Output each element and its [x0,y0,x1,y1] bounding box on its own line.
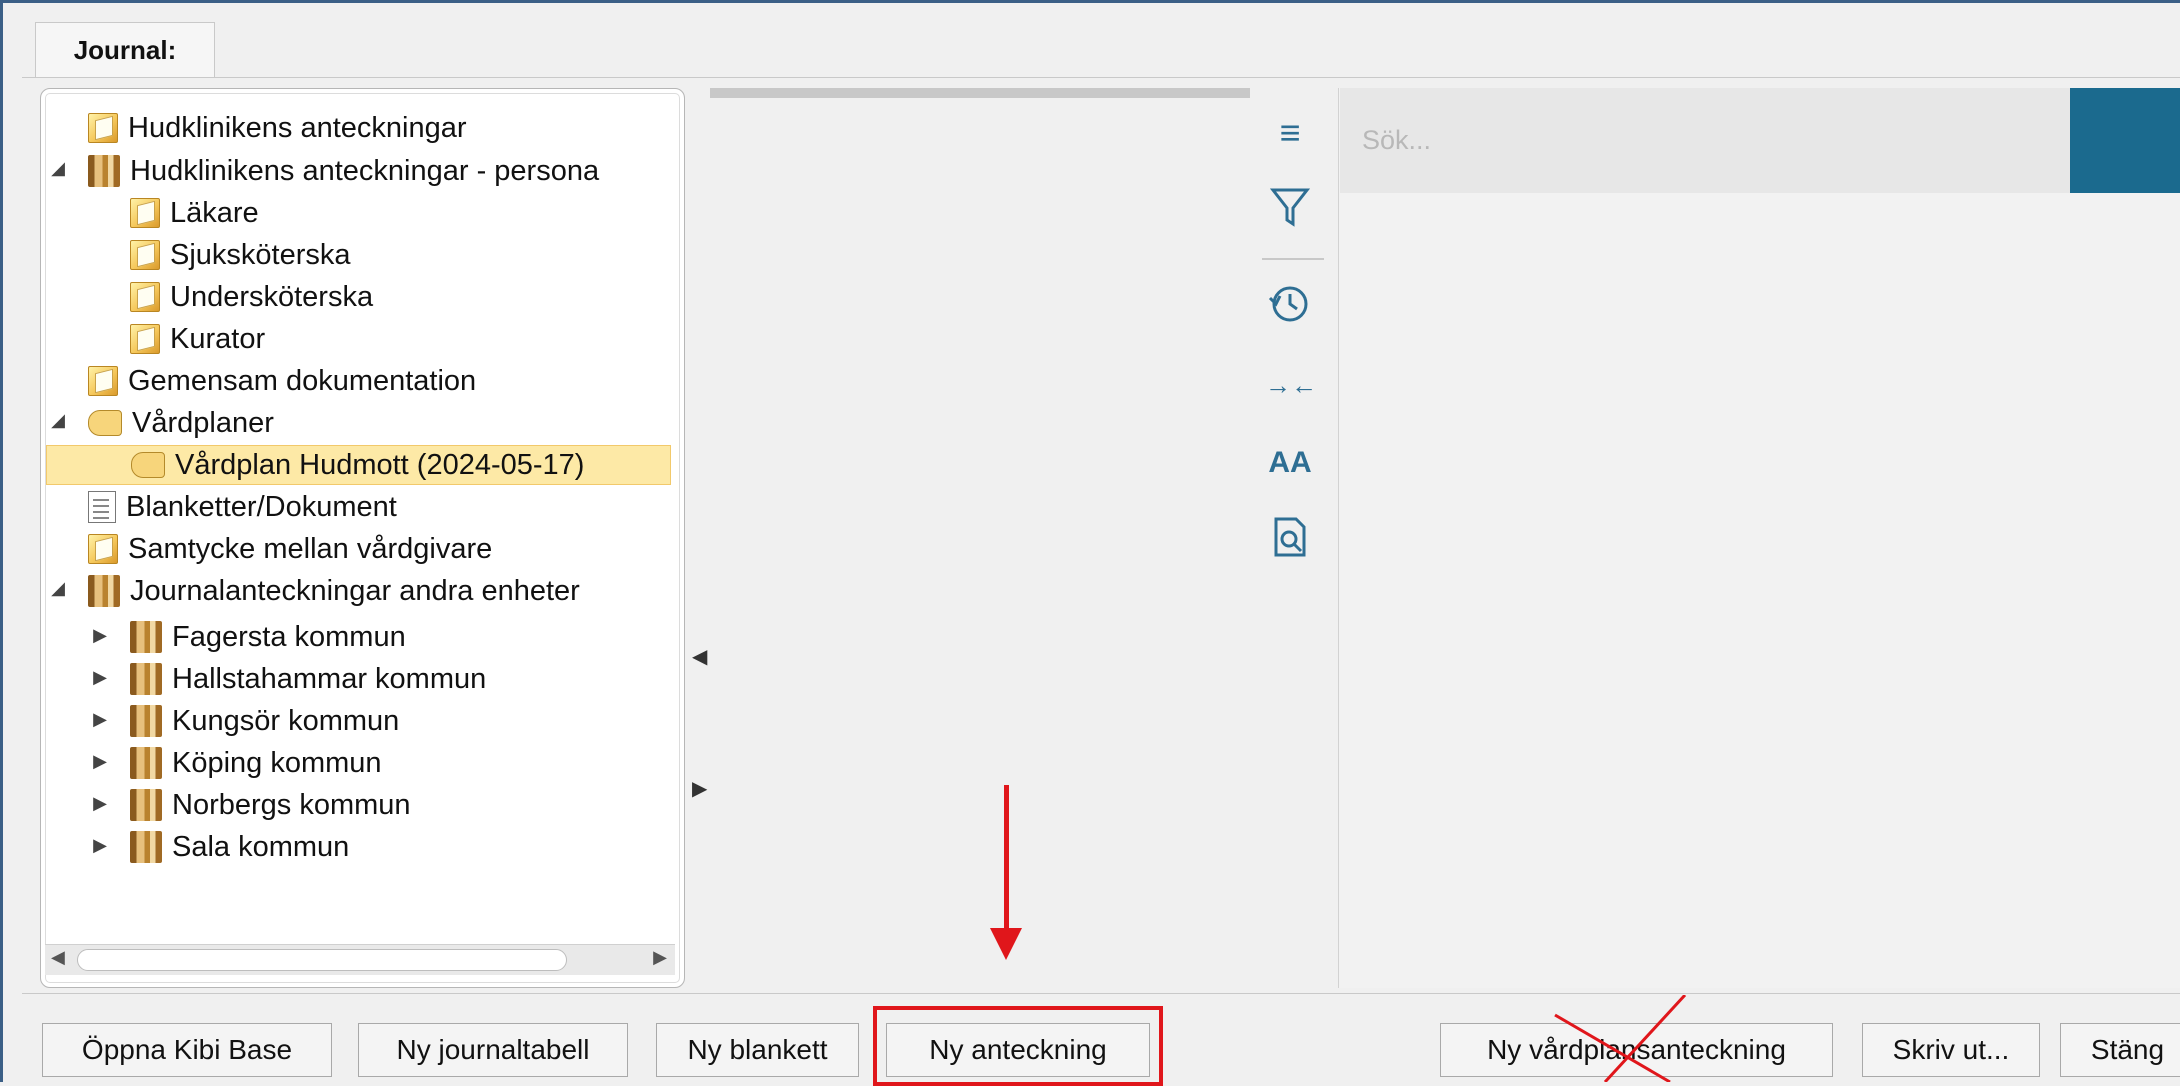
tree-item-label: Fagersta kommun [172,620,406,653]
scroll-left-arrow-icon[interactable]: ◀ [51,947,65,968]
bookstack-icon [88,575,120,607]
tree-item-gemensam-dokumentation[interactable]: Gemensam dokumentation [88,361,476,401]
tree-item-label: Norbergs kommun [172,788,411,821]
toolbar-divider [1262,258,1324,260]
collapsed-arrow-icon[interactable]: ▶ [90,667,110,688]
tab-divider [22,77,2180,78]
bookstack-icon [130,663,162,695]
collapse-arrows-icon[interactable]: →← [1265,360,1317,410]
bookstack-icon [130,621,162,653]
tree-item-lakare[interactable]: Läkare [130,193,259,233]
annotation-arrow-head [990,928,1022,960]
bookstack-icon [130,831,162,863]
tree-item-samtycke[interactable]: Samtycke mellan vårdgivare [88,529,492,569]
folder-icon [130,282,160,312]
tree-item-hudklinikens-anteckningar[interactable]: Hudklinikens anteckningar [88,108,467,148]
document-icon [88,491,116,523]
filter-icon[interactable] [1265,186,1315,236]
print-button[interactable]: Skriv ut... [1862,1023,2040,1077]
collapsed-arrow-icon[interactable]: ▶ [90,835,110,856]
tree-horizontal-scrollbar[interactable]: ◀ ▶ [45,944,675,975]
tree-item-vardplaner[interactable]: Vårdplaner [88,403,274,443]
folder-icon [130,240,160,270]
new-form-button[interactable]: Ny blankett [656,1023,859,1077]
bookstack-icon [130,789,162,821]
tree-item-hallstahammar[interactable]: Hallstahammar kommun [130,659,486,699]
tree-item-norbergs[interactable]: Norbergs kommun [130,785,411,825]
tree-item-label: Journalanteckningar andra enheter [130,574,580,607]
history-icon[interactable] [1265,282,1315,332]
splitter-collapse-left-icon[interactable]: ◀ [692,644,707,669]
bookstack-icon [130,705,162,737]
result-panel [1338,88,2180,988]
tree-item-hudklinikens-anteckningar-personal[interactable]: Hudklinikens anteckningar - persona [88,151,599,191]
tree-item-kungsor[interactable]: Kungsör kommun [130,701,399,741]
pointing-hand-icon [88,410,122,436]
tree-item-kurator[interactable]: Kurator [130,319,265,359]
collapsed-arrow-icon[interactable]: ▶ [90,751,110,772]
tree-item-label: Sjuksköterska [170,238,351,271]
tree-item-label: Gemensam dokumentation [128,364,477,397]
folder-icon [130,324,160,354]
font-size-icon[interactable]: AA [1265,438,1315,488]
scroll-right-arrow-icon[interactable]: ▶ [653,947,667,968]
expanded-arrow-icon[interactable]: ◢ [48,158,68,179]
scrollbar-thumb[interactable] [77,949,567,971]
tree-item-vardplan-hudmott[interactable]: Vårdplan Hudmott (2024-05-17) [46,445,671,485]
tree-item-sjukskoterska[interactable]: Sjuksköterska [130,235,351,275]
tree-item-label: Kurator [170,322,266,355]
button-bar-divider [22,993,2180,994]
folder-icon [130,198,160,228]
tree-item-label: Hallstahammar kommun [172,662,487,695]
expanded-arrow-icon[interactable]: ◢ [48,578,68,599]
folder-icon [88,534,118,564]
menu-icon[interactable]: ≡ [1265,108,1315,158]
new-journal-table-button[interactable]: Ny journaltabell [358,1023,628,1077]
tree-item-label: Köping kommun [172,746,382,779]
tab-journal[interactable]: Journal: [35,22,215,78]
annotation-cross-icon [1554,995,1687,1082]
tree-item-label: Kungsör kommun [172,704,400,737]
tree-item-fagersta[interactable]: Fagersta kommun [130,617,406,657]
folder-icon [88,113,118,143]
search-input[interactable] [1340,88,2070,193]
document-preview-icon[interactable] [1265,515,1315,565]
tree-item-sala[interactable]: Sala kommun [130,827,349,867]
expanded-arrow-icon[interactable]: ◢ [48,410,68,431]
tree-item-label: Vårdplaner [132,406,274,439]
annotation-highlight-box [873,1006,1163,1086]
tree-item-label: Blanketter/Dokument [126,490,397,523]
tree-item-underskoterska[interactable]: Undersköterska [130,277,373,317]
tree-item-label: Hudklinikens anteckningar [128,111,467,144]
tree-item-label: Läkare [170,196,259,229]
middle-content-panel [710,88,1250,988]
collapsed-arrow-icon[interactable]: ▶ [90,709,110,730]
tree-item-label: Vårdplan Hudmott (2024-05-17) [175,448,585,481]
pointing-hand-icon [131,452,165,478]
folder-icon [88,366,118,396]
collapsed-arrow-icon[interactable]: ▶ [90,625,110,646]
collapsed-arrow-icon[interactable]: ▶ [90,793,110,814]
tree-item-blanketter-dokument[interactable]: Blanketter/Dokument [88,487,397,527]
search-button[interactable] [2070,88,2180,193]
close-button[interactable]: Stäng [2060,1023,2180,1077]
tree-item-label: Samtycke mellan vårdgivare [128,532,493,565]
tree-item-label: Sala kommun [172,830,350,863]
tree-item-label: Hudklinikens anteckningar - persona [130,154,600,187]
bookstack-icon [130,747,162,779]
tree-item-label: Undersköterska [170,280,374,313]
open-kibi-base-button[interactable]: Öppna Kibi Base [42,1023,332,1077]
splitter-expand-right-icon[interactable]: ▶ [692,776,707,801]
tree-item-koping[interactable]: Köping kommun [130,743,382,783]
tree-item-journalanteckningar-andra-enheter[interactable]: Journalanteckningar andra enheter [88,571,580,611]
bookstack-icon [88,155,120,187]
middle-panel-header-bar [710,88,1250,98]
annotation-arrow [1004,785,1009,935]
